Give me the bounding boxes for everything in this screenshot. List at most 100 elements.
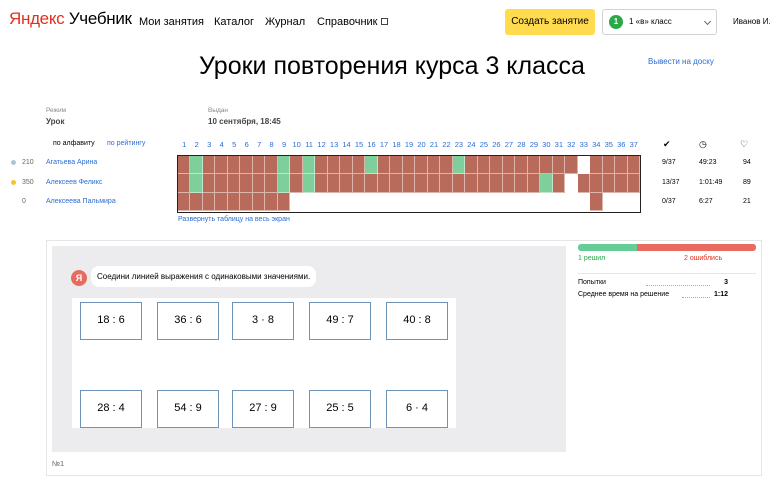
grid-cell[interactable] <box>265 156 278 175</box>
grid-cell[interactable] <box>440 192 453 211</box>
grid-cell[interactable] <box>252 192 266 211</box>
grid-cell[interactable] <box>615 174 628 193</box>
grid-cell[interactable] <box>377 174 391 193</box>
grid-cell[interactable] <box>527 174 541 193</box>
grid-cell[interactable] <box>240 174 253 193</box>
grid-cell[interactable] <box>577 174 591 193</box>
grid-cell[interactable] <box>452 156 466 175</box>
grid-cell[interactable] <box>215 174 228 193</box>
grid-cell[interactable] <box>602 192 616 211</box>
column-number[interactable]: 32 <box>565 140 577 149</box>
grid-cell[interactable] <box>515 156 528 175</box>
grid-cell[interactable] <box>327 156 341 175</box>
grid-cell[interactable] <box>502 156 516 175</box>
grid-cell[interactable] <box>427 174 441 193</box>
grid-cell[interactable] <box>415 192 428 211</box>
grid-cell[interactable] <box>477 156 491 175</box>
student-name[interactable]: Агатьева Арина <box>46 159 97 166</box>
grid-cell[interactable] <box>302 192 316 211</box>
grid-cell[interactable] <box>252 174 266 193</box>
expression-card[interactable]: 49 : 7 <box>309 302 371 340</box>
grid-cell[interactable] <box>552 192 566 211</box>
grid-cell[interactable] <box>327 174 341 193</box>
grid-cell[interactable] <box>227 192 241 211</box>
grid-cell[interactable] <box>602 156 616 175</box>
grid-cell[interactable] <box>202 174 216 193</box>
grid-cell[interactable] <box>602 174 616 193</box>
column-number[interactable]: 20 <box>415 140 427 149</box>
grid-cell[interactable] <box>627 192 640 211</box>
grid-cell[interactable] <box>490 174 503 193</box>
column-number[interactable]: 18 <box>391 140 403 149</box>
grid-cell[interactable] <box>402 174 416 193</box>
column-number[interactable]: 27 <box>503 140 515 149</box>
grid-cell[interactable] <box>240 192 253 211</box>
grid-cell[interactable] <box>527 156 541 175</box>
expression-card[interactable]: 54 : 9 <box>157 390 219 428</box>
grid-cell[interactable] <box>365 174 378 193</box>
grid-cell[interactable] <box>490 192 503 211</box>
grid-cell[interactable] <box>577 192 591 211</box>
expression-card[interactable]: 36 : 6 <box>157 302 219 340</box>
expression-card[interactable]: 40 : 8 <box>386 302 448 340</box>
grid-cell[interactable] <box>290 192 303 211</box>
grid-cell[interactable] <box>178 192 191 211</box>
grid-cell[interactable] <box>265 192 278 211</box>
grid-cell[interactable] <box>190 192 203 211</box>
grid-cell[interactable] <box>565 174 578 193</box>
grid-cell[interactable] <box>577 156 591 175</box>
grid-cell[interactable] <box>465 174 478 193</box>
sort-alphabet[interactable]: по алфавиту <box>53 140 95 147</box>
grid-cell[interactable] <box>502 192 516 211</box>
grid-cell[interactable] <box>402 192 416 211</box>
grid-cell[interactable] <box>202 192 216 211</box>
grid-cell[interactable] <box>427 192 441 211</box>
grid-cell[interactable] <box>627 174 640 193</box>
grid-cell[interactable] <box>227 174 241 193</box>
column-number[interactable]: 16 <box>366 140 378 149</box>
grid-cell[interactable] <box>527 192 541 211</box>
grid-cell[interactable] <box>565 192 578 211</box>
column-number[interactable]: 21 <box>428 140 440 149</box>
expression-card[interactable]: 28 : 4 <box>80 390 142 428</box>
column-number[interactable]: 35 <box>603 140 615 149</box>
grid-cell[interactable] <box>515 192 528 211</box>
grid-cell[interactable] <box>502 174 516 193</box>
column-number[interactable]: 10 <box>291 140 303 149</box>
grid-cell[interactable] <box>452 192 466 211</box>
grid-cell[interactable] <box>390 192 403 211</box>
grid-cell[interactable] <box>540 192 553 211</box>
column-number[interactable]: 11 <box>303 140 315 149</box>
grid-cell[interactable] <box>590 156 603 175</box>
grid-cell[interactable] <box>440 156 453 175</box>
grid-cell[interactable] <box>540 156 553 175</box>
column-number[interactable]: 29 <box>528 140 540 149</box>
grid-cell[interactable] <box>390 156 403 175</box>
grid-cell[interactable] <box>377 156 391 175</box>
grid-cell[interactable] <box>340 156 353 175</box>
grid-cell[interactable] <box>402 156 416 175</box>
column-number[interactable]: 8 <box>266 140 278 149</box>
grid-cell[interactable] <box>340 192 353 211</box>
column-number[interactable]: 13 <box>328 140 340 149</box>
class-select[interactable]: 1 1 «в» класс <box>602 9 717 35</box>
grid-cell[interactable] <box>302 174 316 193</box>
grid-cell[interactable] <box>352 192 366 211</box>
student-name[interactable]: Алексеева Пальмира <box>46 198 116 205</box>
nav-catalog[interactable]: Каталог <box>214 16 254 28</box>
grid-cell[interactable] <box>477 192 491 211</box>
column-number[interactable]: 7 <box>253 140 265 149</box>
student-name[interactable]: Алексеев Феликс <box>46 179 102 186</box>
grid-cell[interactable] <box>178 211 191 212</box>
expression-card[interactable]: 27 : 9 <box>232 390 294 428</box>
expression-card[interactable]: 18 : 6 <box>80 302 142 340</box>
column-number[interactable]: 23 <box>453 140 465 149</box>
grid-cell[interactable] <box>265 174 278 193</box>
column-number[interactable]: 1 <box>178 140 190 149</box>
grid-cell[interactable] <box>452 174 466 193</box>
grid-cell[interactable] <box>215 192 228 211</box>
expression-card[interactable]: 3 · 8 <box>232 302 294 340</box>
grid-cell[interactable] <box>340 174 353 193</box>
grid-cell[interactable] <box>277 156 291 175</box>
grid-cell[interactable] <box>240 156 253 175</box>
